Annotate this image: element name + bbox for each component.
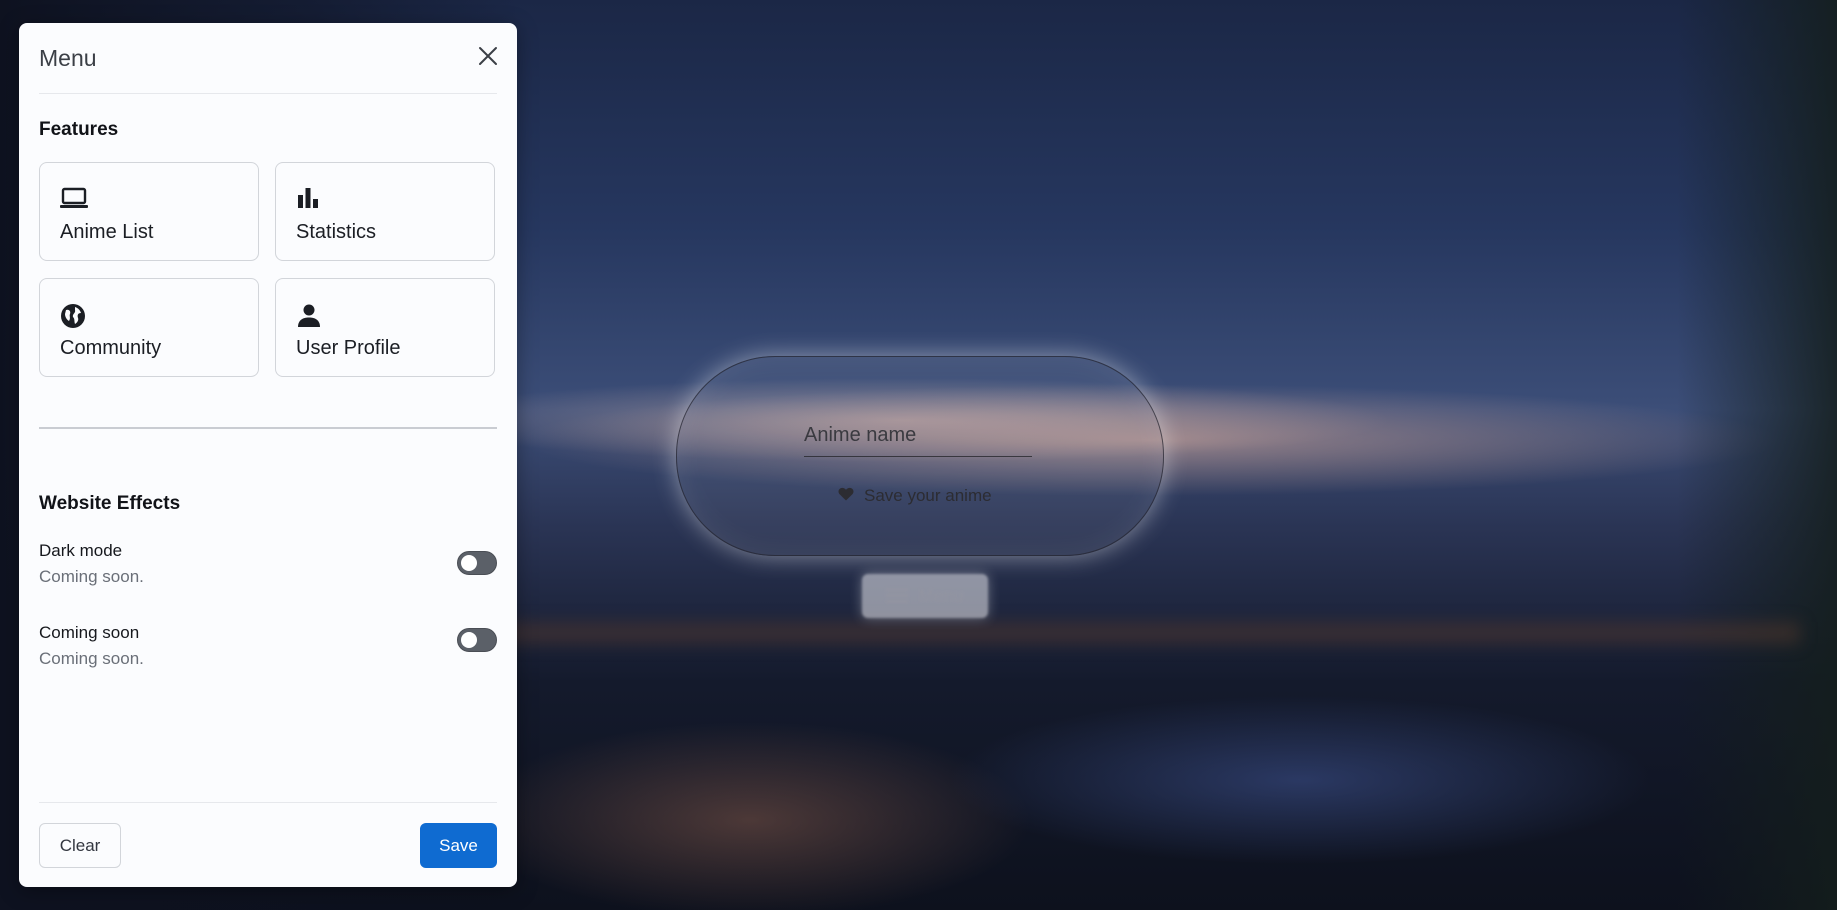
feature-card-label: Community <box>60 337 162 359</box>
footer-divider <box>39 802 497 803</box>
feature-card-label: User Profile <box>296 337 401 359</box>
globe-icon <box>60 303 88 329</box>
coming-soon-toggle[interactable] <box>457 628 497 652</box>
close-icon <box>475 47 501 73</box>
section-divider <box>39 427 497 429</box>
toggle-knob <box>461 632 477 648</box>
laptop-icon <box>60 187 88 213</box>
feature-card-statistics[interactable]: Statistics <box>275 162 495 261</box>
features-heading: Features <box>39 119 119 140</box>
feature-card-community[interactable]: Community <box>39 278 259 377</box>
clear-button[interactable]: Clear <box>39 823 121 868</box>
heart-icon <box>838 486 854 506</box>
panel-title: Menu <box>39 45 97 71</box>
save-anime-label: Save your anime <box>864 486 992 505</box>
hamburger-icon <box>886 588 909 604</box>
background-shade-right <box>1677 0 1837 910</box>
person-icon <box>296 303 324 329</box>
header-divider <box>39 93 497 94</box>
close-button[interactable] <box>475 43 501 69</box>
toggle-knob <box>461 555 477 571</box>
coming-soon-label: Coming soon <box>39 623 140 642</box>
feature-card-label: Statistics <box>296 221 377 243</box>
save-anime-link[interactable]: Save your anime <box>838 484 992 508</box>
menu-button[interactable]: Menu <box>862 574 988 618</box>
menu-button-label: Menu <box>918 585 964 606</box>
anime-name-input[interactable] <box>804 418 1032 457</box>
feature-card-anime-list[interactable]: Anime List <box>39 162 259 261</box>
save-button[interactable]: Save <box>420 823 497 868</box>
bar-chart-icon <box>296 187 324 213</box>
menu-panel: Menu Features Anime List Statistics Comm… <box>19 23 517 887</box>
website-effects-heading: Website Effects <box>39 493 181 514</box>
dark-mode-description: Coming soon. <box>39 567 144 586</box>
feature-card-label: Anime List <box>60 221 154 243</box>
feature-card-user-profile[interactable]: User Profile <box>275 278 495 377</box>
dark-mode-toggle[interactable] <box>457 551 497 575</box>
coming-soon-description: Coming soon. <box>39 649 144 668</box>
dark-mode-label: Dark mode <box>39 541 123 560</box>
background-beam <box>500 622 1800 644</box>
